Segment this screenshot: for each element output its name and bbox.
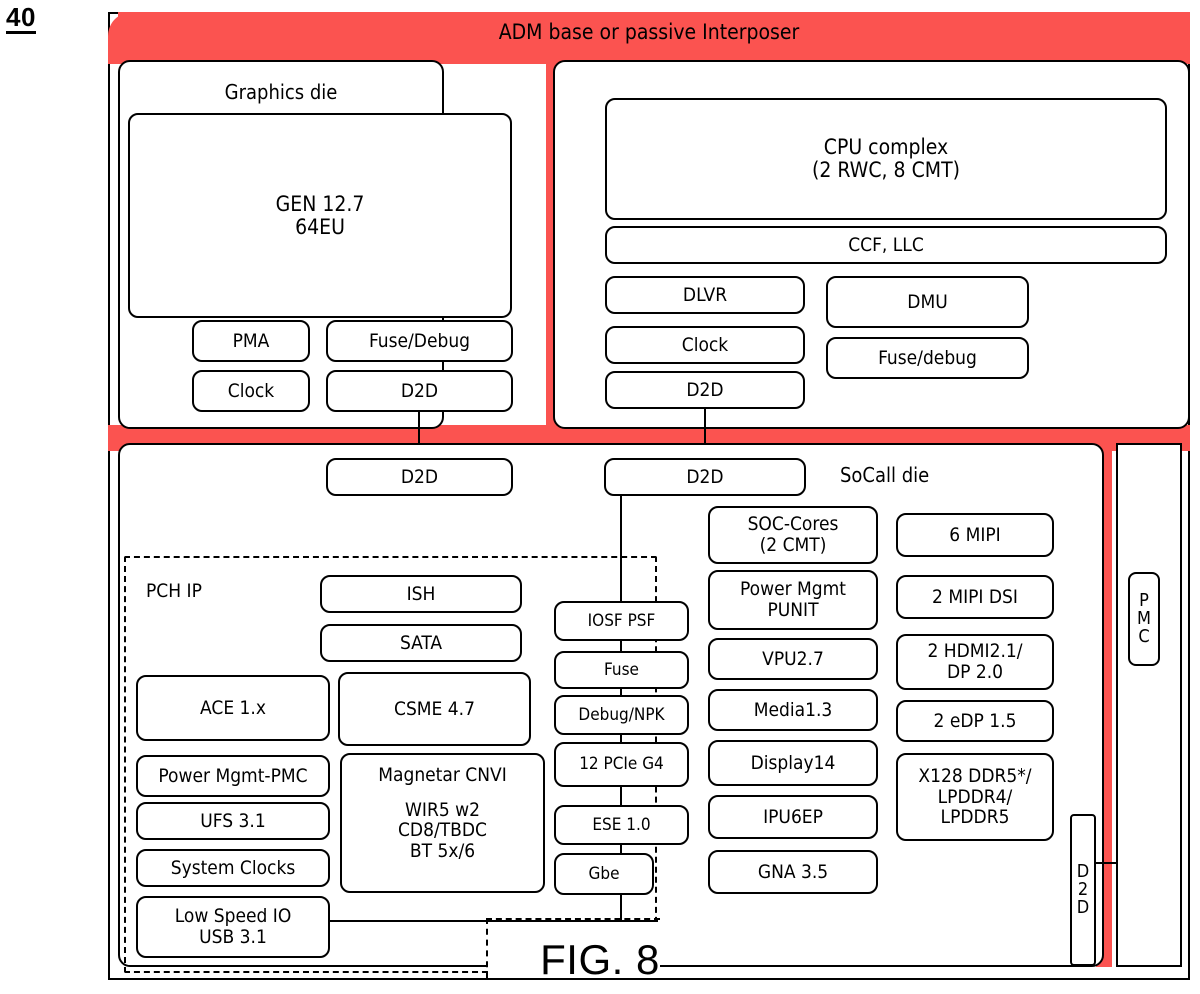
pch-block-sata: SATA [320,624,522,662]
cnvi-line1: WIR5 w2 [405,798,480,821]
soc-block-debug-npk: Debug/NPK [554,695,689,735]
soc-block-hdmi-dp: 2 HDMI2.1/ DP 2.0 [896,634,1054,690]
pch-block-ish: ISH [320,575,522,613]
cpu-block-dlvr: DLVR [605,276,805,314]
cpu-block-d2d: D2D [605,371,805,409]
cpu-complex-line2: (2 RWC, 8 CMT) [812,158,960,182]
cpu-ccf-llc-block: CCF, LLC [605,226,1167,264]
hdmi-line2: DP 2.0 [946,661,1004,683]
punit-line1: Power Mgmt [740,578,846,601]
cnvi-line3: BT 5x/6 [409,839,476,862]
graphics-block-d2d: D2D [326,370,513,412]
graphics-die-label: Graphics die [224,80,338,104]
cpu-complex-line1: CPU complex [823,135,949,160]
ddr-line3: LPDDR5 [940,806,1010,829]
graphics-block-clock: Clock [192,370,310,412]
right-die [1116,443,1182,967]
ddr-line1: X128 DDR5*/ [918,765,1032,788]
punit-line2: PUNIT [767,599,819,621]
soc-block-media: Media1.3 [708,689,878,731]
d2d-left-letter-3: D [1076,897,1090,918]
graphics-block-pma: PMA [192,320,310,362]
soc-block-display: Display14 [708,740,878,786]
soc-block-iosf-psf: IOSF PSF [554,601,689,641]
figure-reference-numeral: 40 [6,2,36,34]
soc-cores-line1: SOC-Cores [747,513,839,536]
right-die-pmc-block: P M C [1128,572,1160,666]
soc-block-ddr-memory: X128 DDR5*/ LPDDR4/ LPDDR5 [896,753,1054,841]
soc-d2d-left: D2D [326,458,513,496]
pmc-letter-3: C [1138,626,1150,647]
soc-d2d-right: D2D [604,458,806,496]
graphics-gen-line2: 64EU [295,214,345,239]
graphics-gen-line1: GEN 12.7 [275,191,365,216]
pch-block-ace: ACE 1.x [136,675,330,741]
soc-block-gna: GNA 3.5 [708,850,878,894]
soc-block-ipu: IPU6EP [708,795,878,839]
interposer-label: ADM base or passive Interposer [498,20,800,44]
pch-block-ufs: UFS 3.1 [136,802,330,840]
soc-block-ese: ESE 1.0 [554,805,689,845]
cpu-block-clock: Clock [605,326,805,364]
soc-block-gbe: Gbe [554,853,654,895]
connector-low-speed-io [330,920,658,923]
soc-block-2-mipi-dsi: 2 MIPI DSI [896,575,1054,619]
pch-block-magnetar-cnvi: Magnetar CNVI WIR5 w2 CD8/TBDC BT 5x/6 [340,753,545,893]
pch-block-power-mgmt-pmc: Power Mgmt-PMC [136,755,330,797]
cpu-complex-block: CPU complex (2 RWC, 8 CMT) [605,98,1167,220]
soc-block-power-mgmt-punit: Power Mgmt PUNIT [708,570,878,630]
pch-block-csme: CSME 4.7 [338,672,531,746]
hdmi-line1: 2 HDMI2.1/ [927,640,1023,663]
graphics-block-fuse-debug: Fuse/Debug [326,320,513,362]
soc-block-12-pcie-g4: 12 PCIe G4 [554,742,689,787]
cpu-block-dmu: DMU [826,276,1029,328]
graphics-gen-block: GEN 12.7 64EU [128,113,512,318]
pch-block-system-clocks: System Clocks [136,849,330,887]
pch-ip-label: PCH IP [146,580,202,602]
soc-block-6-mipi: 6 MIPI [896,513,1054,557]
ddr-line2: LPDDR4/ [937,785,1013,808]
soc-die-label: SoCall die [840,463,930,487]
pch-low-speed-io-line1: Low Speed IO [174,905,292,928]
soc-block-edp: 2 eDP 1.5 [896,700,1054,742]
soc-block-vpu: VPU2.7 [708,638,878,680]
soc-block-soc-cores: SOC-Cores (2 CMT) [708,506,878,564]
cnvi-title: Magnetar CNVI [378,764,507,786]
soc-cores-line2: (2 CMT) [759,534,827,556]
soc-block-fuse: Fuse [554,651,689,689]
cnvi-line2: CD8/TBDC [397,819,487,842]
figure-caption: FIG. 8 [540,936,660,983]
cpu-block-fuse-debug: Fuse/debug [826,337,1029,379]
